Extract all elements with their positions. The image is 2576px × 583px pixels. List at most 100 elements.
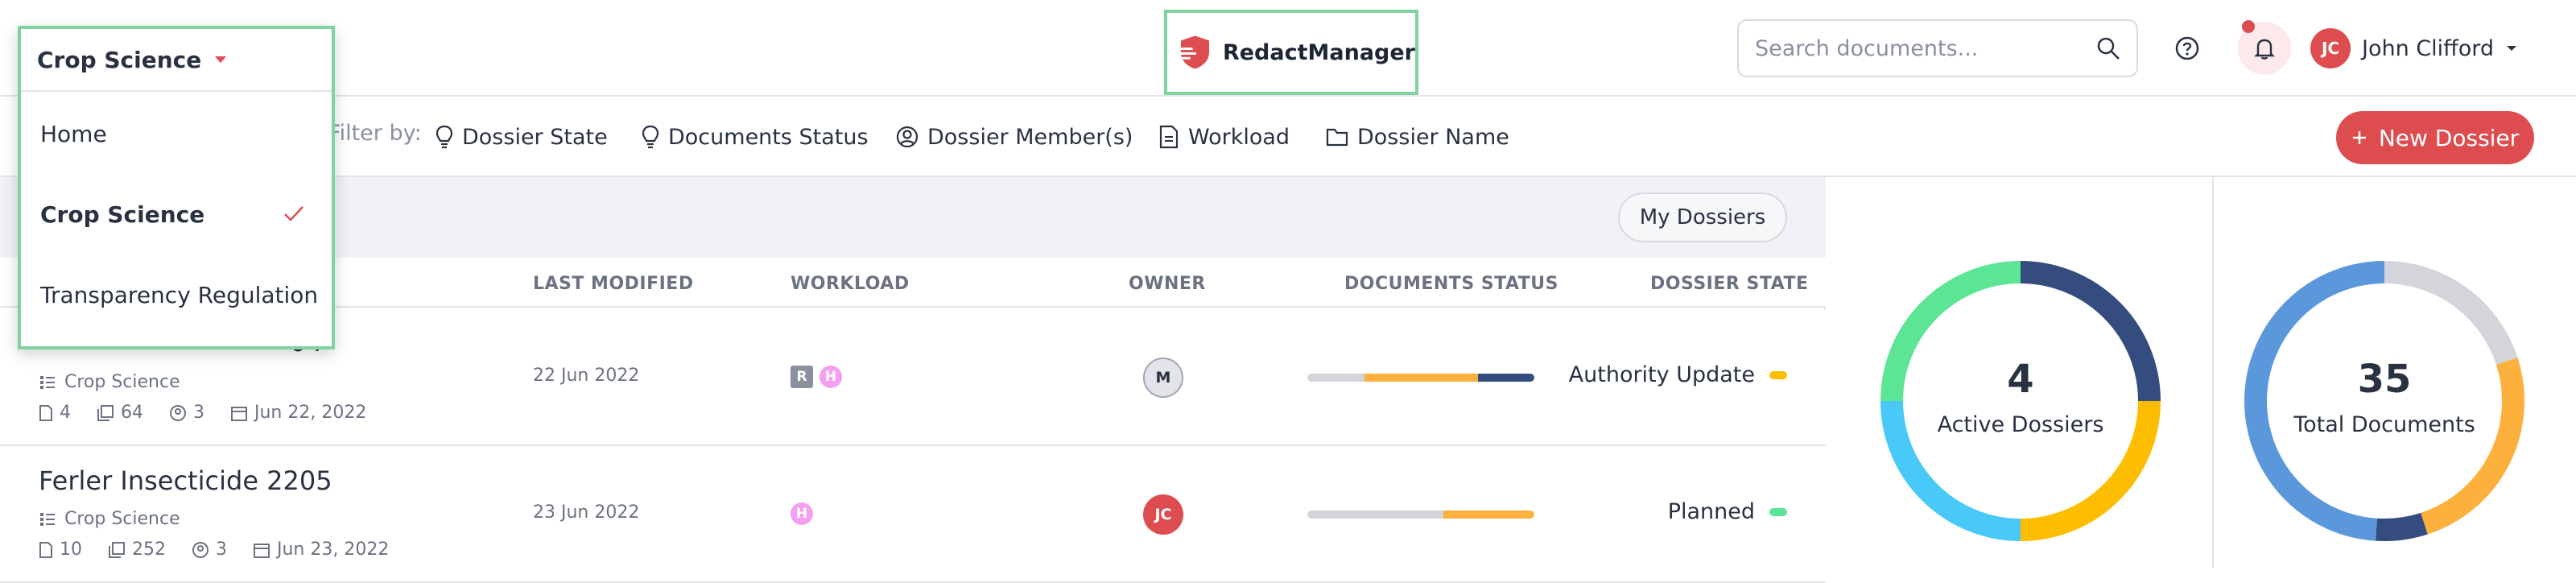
help-button[interactable]	[2161, 22, 2214, 75]
workspace-dropdown: Crop Science Home Crop Science Transpare…	[18, 26, 335, 349]
donut-segment	[2384, 261, 2518, 366]
filter-workload[interactable]: Workload	[1158, 121, 1290, 153]
lightbulb-icon	[642, 125, 659, 149]
status-segment	[1477, 374, 1534, 382]
dropdown-item-label: Crop Science	[40, 201, 205, 228]
total-documents-label: Total Documents	[2293, 412, 2475, 437]
help-icon	[2175, 36, 2199, 60]
user-avatar: JC	[2310, 28, 2351, 68]
dossier-meta: 4 64 3 Jun 22, 2022	[39, 403, 382, 423]
status-segment	[1307, 374, 1364, 382]
stats-divider	[2212, 177, 2214, 568]
dropdown-item-home[interactable]: Home	[21, 93, 332, 174]
created-date: Jun 22, 2022	[254, 403, 367, 423]
folder-icon	[1326, 128, 1348, 147]
col-workload[interactable]: WORKLOAD	[791, 274, 910, 294]
caret-down-icon	[2507, 46, 2517, 51]
dropdown-item-crop-science[interactable]: Crop Science	[21, 174, 332, 254]
user-circle-icon	[896, 126, 919, 148]
members-count: 3	[193, 403, 204, 423]
new-dossier-button[interactable]: New Dossier	[2336, 111, 2534, 164]
document-icon	[39, 404, 52, 421]
col-documents-status[interactable]: DOCUMENTS STATUS	[1344, 274, 1558, 294]
created-date: Jun 23, 2022	[277, 540, 390, 560]
col-last-modified[interactable]: LAST MODIFIED	[533, 274, 694, 294]
bell-icon	[2254, 39, 2275, 60]
documents-status-bar	[1307, 511, 1534, 519]
app-logo[interactable]: RedactManager	[1164, 10, 1418, 95]
workload-badge-h: H	[791, 502, 813, 525]
caret-down-icon	[215, 56, 227, 63]
documents-status-bar	[1307, 374, 1534, 382]
col-dossier-state[interactable]: DOSSIER STATE	[1650, 274, 1808, 294]
calendar-icon	[231, 406, 247, 421]
last-modified: 22 Jun 2022	[533, 366, 640, 386]
dossier-category-label: Crop Science	[64, 372, 180, 392]
donut-segment	[2376, 512, 2428, 541]
dossier-title[interactable]: Ferler Insecticide 2205	[39, 465, 332, 496]
user-circle-icon	[192, 541, 208, 558]
search-input[interactable]	[1755, 35, 2096, 61]
col-owner[interactable]: OWNER	[1129, 274, 1206, 294]
lightbulb-icon	[436, 125, 453, 149]
dossier-category-label: Crop Science	[64, 509, 180, 529]
workload-badge-r: R	[791, 366, 813, 388]
dropdown-item-label: Transparency Regulation	[40, 281, 319, 308]
filter-dossier-members[interactable]: Dossier Member(s)	[895, 121, 1133, 153]
owner-avatar[interactable]: M	[1143, 358, 1183, 398]
list-icon	[40, 512, 55, 526]
status-segment	[1364, 374, 1478, 382]
workload-badges: R H	[791, 366, 842, 388]
workspace-current: Crop Science	[37, 46, 202, 73]
dossier-category: Crop Science	[39, 509, 180, 529]
my-dossiers-toggle[interactable]: My Dossiers	[1618, 192, 1787, 242]
status-segment	[1443, 511, 1534, 519]
new-dossier-label: New Dossier	[2378, 124, 2520, 151]
active-dossiers-count: 4	[2007, 357, 2034, 402]
owner-avatar[interactable]: JC	[1143, 494, 1183, 535]
dossier-state-label: Planned	[1667, 499, 1755, 524]
active-dossiers-label: Active Dossiers	[1937, 412, 2104, 437]
user-menu[interactable]: JC John Clifford	[2310, 24, 2518, 72]
filter-dossier-state[interactable]: Dossier State	[435, 121, 608, 153]
plus-icon	[2352, 131, 2366, 144]
pages-count: 64	[121, 403, 143, 423]
top-bar: RedactManager JC John Clifford	[0, 0, 2576, 97]
redact-shield-icon	[1179, 35, 1210, 69]
filter-label: Filter by:	[328, 121, 422, 146]
document-icon	[1159, 125, 1179, 149]
workspace-selector[interactable]: Crop Science	[21, 29, 332, 92]
state-indicator	[1769, 370, 1787, 379]
dropdown-item-label: Home	[40, 120, 107, 147]
workload-badge-h: H	[819, 366, 842, 388]
total-documents-count: 35	[2357, 357, 2412, 402]
filter-dossier-members-label: Dossier Member(s)	[927, 124, 1133, 150]
last-modified: 23 Jun 2022	[533, 502, 640, 523]
filter-documents-status[interactable]: Documents Status	[641, 121, 869, 153]
dropdown-item-transparency-regulation[interactable]: Transparency Regulation	[21, 254, 332, 335]
dossier-state-label: Authority Update	[1568, 362, 1755, 387]
workload-badges: H	[791, 502, 813, 525]
search-box[interactable]	[1737, 19, 2138, 77]
user-circle-icon	[170, 404, 186, 421]
documents-count: 10	[60, 540, 82, 560]
dossier-meta: 10 252 3 Jun 23, 2022	[39, 540, 405, 560]
app-name: RedactManager	[1222, 39, 1415, 65]
filter-dossier-name-label: Dossier Name	[1357, 124, 1509, 150]
pages-count: 252	[132, 540, 166, 560]
status-segment	[1307, 511, 1444, 519]
dossier-state: Planned	[1668, 499, 1787, 524]
document-icon	[39, 541, 52, 558]
dossier-category: Crop Science	[39, 372, 180, 392]
pages-icon	[109, 541, 125, 558]
filter-dossier-name[interactable]: Dossier Name	[1325, 121, 1509, 153]
filter-workload-label: Workload	[1188, 124, 1290, 150]
members-count: 3	[216, 540, 227, 560]
table-row[interactable]: Ferler Insecticide 2205 Crop Science 10 …	[0, 446, 1826, 583]
checkmark-icon	[284, 206, 303, 221]
filter-dossier-state-label: Dossier State	[462, 124, 608, 150]
user-name: John Clifford	[2362, 35, 2495, 61]
search-icon[interactable]	[2096, 36, 2120, 60]
list-icon	[40, 375, 55, 389]
filter-documents-status-label: Documents Status	[668, 124, 869, 150]
